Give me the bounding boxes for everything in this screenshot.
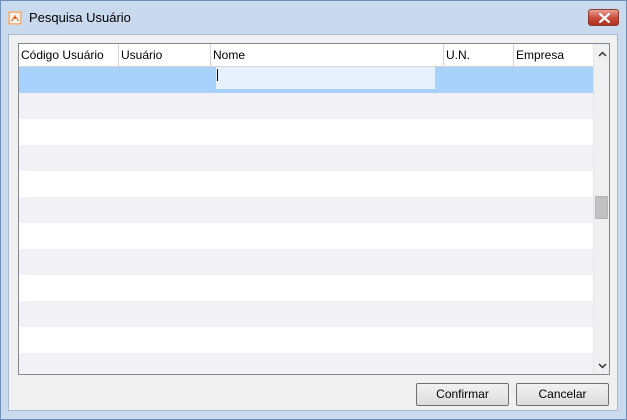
close-button[interactable] xyxy=(588,9,619,26)
dialog-body: Código Usuário Usuário Nome U.N. Empresa xyxy=(8,34,618,411)
grid-rows xyxy=(19,67,593,374)
table-row-selected[interactable] xyxy=(19,67,593,93)
table-row[interactable] xyxy=(19,353,593,374)
scroll-down-button[interactable] xyxy=(594,358,609,374)
table-row[interactable] xyxy=(19,197,593,223)
vertical-scrollbar[interactable] xyxy=(593,44,609,374)
title-bar[interactable]: Pesquisa Usuário xyxy=(1,1,626,34)
table-row[interactable] xyxy=(19,171,593,197)
app-icon xyxy=(8,11,22,25)
cancel-button[interactable]: Cancelar xyxy=(516,383,609,406)
table-row[interactable] xyxy=(19,301,593,327)
table-row[interactable] xyxy=(19,249,593,275)
close-icon xyxy=(599,13,610,23)
table-row[interactable] xyxy=(19,119,593,145)
column-header-nome[interactable]: Nome xyxy=(211,44,444,66)
window-title: Pesquisa Usuário xyxy=(29,10,131,25)
text-caret xyxy=(217,69,218,81)
confirm-button-label: Confirmar xyxy=(436,387,489,401)
chevron-down-icon xyxy=(597,363,607,369)
dialog-window: Pesquisa Usuário Código Usuário Usuário … xyxy=(0,0,627,420)
scroll-thumb[interactable] xyxy=(595,196,608,219)
column-header-empresa[interactable]: Empresa xyxy=(514,44,593,66)
table-row[interactable] xyxy=(19,223,593,249)
chevron-up-icon xyxy=(597,51,607,57)
cancel-button-label: Cancelar xyxy=(538,387,587,401)
table-row[interactable] xyxy=(19,327,593,353)
table-row[interactable] xyxy=(19,145,593,171)
scroll-up-button[interactable] xyxy=(594,46,609,62)
grid-header: Código Usuário Usuário Nome U.N. Empresa xyxy=(19,44,593,67)
table-row[interactable] xyxy=(19,275,593,301)
nome-filter-input[interactable] xyxy=(216,67,435,89)
table-row[interactable] xyxy=(19,93,593,119)
users-grid[interactable]: Código Usuário Usuário Nome U.N. Empresa xyxy=(18,43,610,375)
column-header-un[interactable]: U.N. xyxy=(444,44,514,66)
column-header-usuario[interactable]: Usuário xyxy=(119,44,211,66)
confirm-button[interactable]: Confirmar xyxy=(416,383,509,406)
column-header-codigo-usuario[interactable]: Código Usuário xyxy=(19,44,119,66)
